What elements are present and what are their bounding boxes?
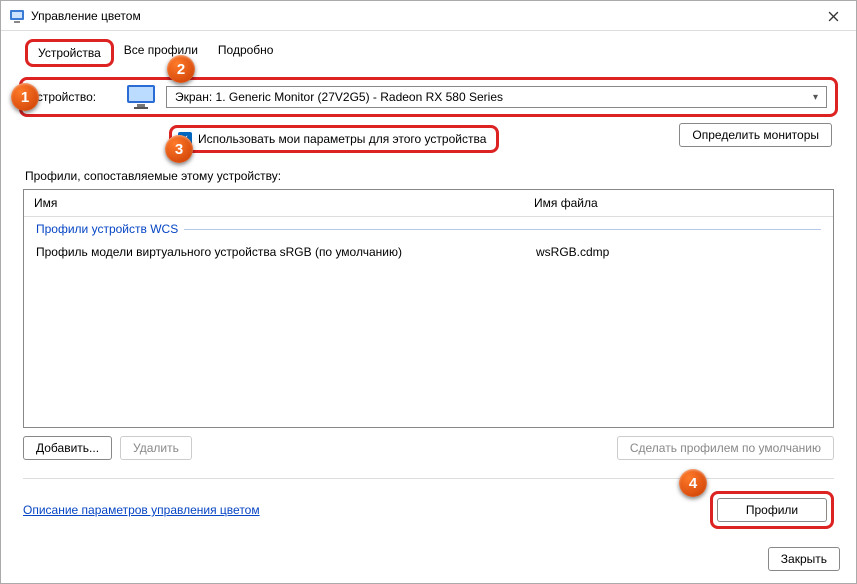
badge-1: 1 (11, 83, 39, 111)
chevron-down-icon: ▾ (813, 92, 818, 103)
color-management-window: Управление цветом Устройства Все профили… (0, 0, 857, 584)
profiles-header: Имя Имя файла (24, 190, 833, 217)
device-row: Устройство: Экран: 1. Generic Monitor (2… (19, 77, 838, 117)
help-link[interactable]: Описание параметров управления цветом (23, 503, 260, 517)
profile-row[interactable]: Профиль модели виртуального устройства s… (24, 241, 833, 263)
badge-2: 2 (167, 55, 195, 83)
device-label: Устройство: (30, 90, 116, 104)
tab-advanced[interactable]: Подробно (208, 39, 284, 67)
badge-3: 3 (165, 135, 193, 163)
badge-4: 4 (679, 469, 707, 497)
add-profile-button[interactable]: Добавить... (23, 436, 112, 460)
profiles-group-wcs: Профили устройств WCS (24, 217, 833, 241)
remove-profile-button[interactable]: Удалить (120, 436, 192, 460)
set-default-profile-button[interactable]: Сделать профилем по умолчанию (617, 436, 834, 460)
close-button[interactable]: Закрыть (768, 547, 840, 571)
tab-devices[interactable]: Устройства (25, 39, 114, 67)
col-header-name[interactable]: Имя (34, 196, 534, 210)
app-icon (9, 8, 25, 24)
titlebar: Управление цветом (1, 1, 856, 31)
profiles-listview[interactable]: Имя Имя файла Профили устройств WCS Проф… (23, 189, 834, 428)
profile-name: Профиль модели виртуального устройства s… (36, 245, 536, 259)
window-close-button[interactable] (810, 1, 856, 31)
device-select-value: Экран: 1. Generic Monitor (27V2G5) - Rad… (175, 90, 503, 104)
divider (23, 478, 834, 479)
device-select[interactable]: Экран: 1. Generic Monitor (27V2G5) - Rad… (166, 86, 827, 108)
identify-monitors-button[interactable]: Определить мониторы (679, 123, 832, 147)
profiles-label: Профили, сопоставляемые этому устройству… (25, 169, 838, 183)
window-title: Управление цветом (31, 9, 141, 23)
tab-strip: Устройства Все профили Подробно (25, 39, 838, 67)
monitor-icon (126, 84, 156, 110)
profiles-button-highlight: Профили (710, 491, 834, 529)
profile-actions: Добавить... Удалить Сделать профилем по … (23, 436, 834, 460)
col-header-file[interactable]: Имя файла (534, 196, 823, 210)
profile-file: wsRGB.cdmp (536, 245, 821, 259)
profiles-button[interactable]: Профили (717, 498, 827, 522)
